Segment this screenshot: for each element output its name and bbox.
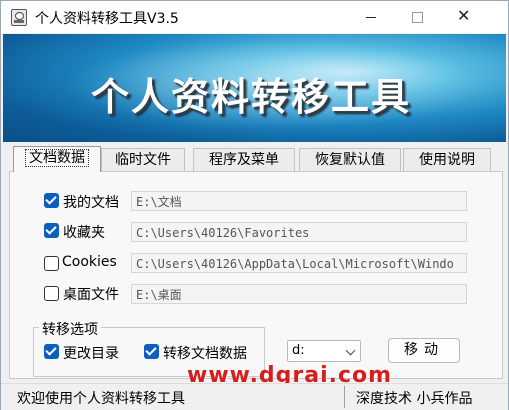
drive-select-value: d: [292, 343, 305, 358]
banner-title: 个人资料转移工具 [91, 75, 412, 119]
tab-label: 文档数据 [25, 149, 89, 167]
move-docs-checkbox[interactable] [144, 344, 159, 359]
tab-programs-menu[interactable]: 程序及菜单 [193, 148, 295, 171]
tab-label: 程序及菜单 [209, 152, 279, 168]
chevron-down-icon [345, 345, 356, 356]
desktop-files-label: 桌面文件 [63, 287, 119, 303]
cookies-checkbox[interactable] [44, 256, 59, 271]
status-message: 欢迎使用个人资料转移工具 [17, 391, 185, 407]
favorites-path[interactable]: C:\Users\40126\Favorites [131, 222, 467, 242]
my-documents-label: 我的文档 [63, 195, 119, 211]
favorites-label: 收藏夹 [63, 225, 105, 241]
desktop-files-path[interactable]: E:\桌面 [131, 284, 467, 304]
move-button[interactable]: 移动 [388, 338, 460, 363]
maximize-icon [412, 12, 423, 23]
window-title: 个人资料转移工具V3.5 [35, 11, 179, 27]
cookies-label: Cookies [62, 254, 117, 270]
my-documents-path[interactable]: E:\文档 [131, 191, 467, 211]
app-icon [11, 9, 27, 26]
tab-temp-files[interactable]: 临时文件 [101, 148, 185, 171]
title-bar[interactable]: 个人资料转移工具V3.5 ✕ [1, 1, 508, 33]
minimize-button[interactable] [348, 1, 394, 33]
status-credits: 深度技术 小兵作品 [356, 391, 473, 407]
tab-documents[interactable]: 文档数据 [13, 146, 101, 172]
tab-label: 使用说明 [419, 152, 475, 168]
transfer-options-legend: 转移选项 [39, 319, 101, 339]
favorites-checkbox[interactable] [44, 223, 59, 238]
change-dir-label: 更改目录 [63, 346, 119, 362]
status-separator [344, 386, 345, 408]
desktop-files-checkbox[interactable] [44, 286, 59, 301]
close-button[interactable]: ✕ [440, 1, 486, 33]
move-docs-label: 转移文档数据 [163, 346, 247, 362]
maximize-button[interactable] [394, 1, 440, 33]
tab-label: 恢复默认值 [315, 152, 385, 168]
tab-label: 临时文件 [115, 152, 171, 168]
cookies-path[interactable]: C:\Users\40126\AppData\Local\Microsoft\W… [131, 253, 467, 273]
change-dir-checkbox[interactable] [44, 344, 59, 359]
minimize-icon [366, 17, 376, 18]
drive-select[interactable]: d: [287, 340, 361, 362]
banner: 个人资料转移工具 [3, 34, 506, 142]
app-window: 个人资料转移工具V3.5 ✕ 个人资料转移工具 文档数据 临时文件 程序及菜单 … [0, 0, 509, 410]
status-bar: 欢迎使用个人资料转移工具 深度技术 小兵作品 [1, 383, 508, 410]
tab-restore-defaults[interactable]: 恢复默认值 [299, 148, 401, 171]
my-documents-checkbox[interactable] [44, 193, 59, 208]
tab-help[interactable]: 使用说明 [403, 148, 491, 171]
close-icon: ✕ [457, 6, 471, 25]
